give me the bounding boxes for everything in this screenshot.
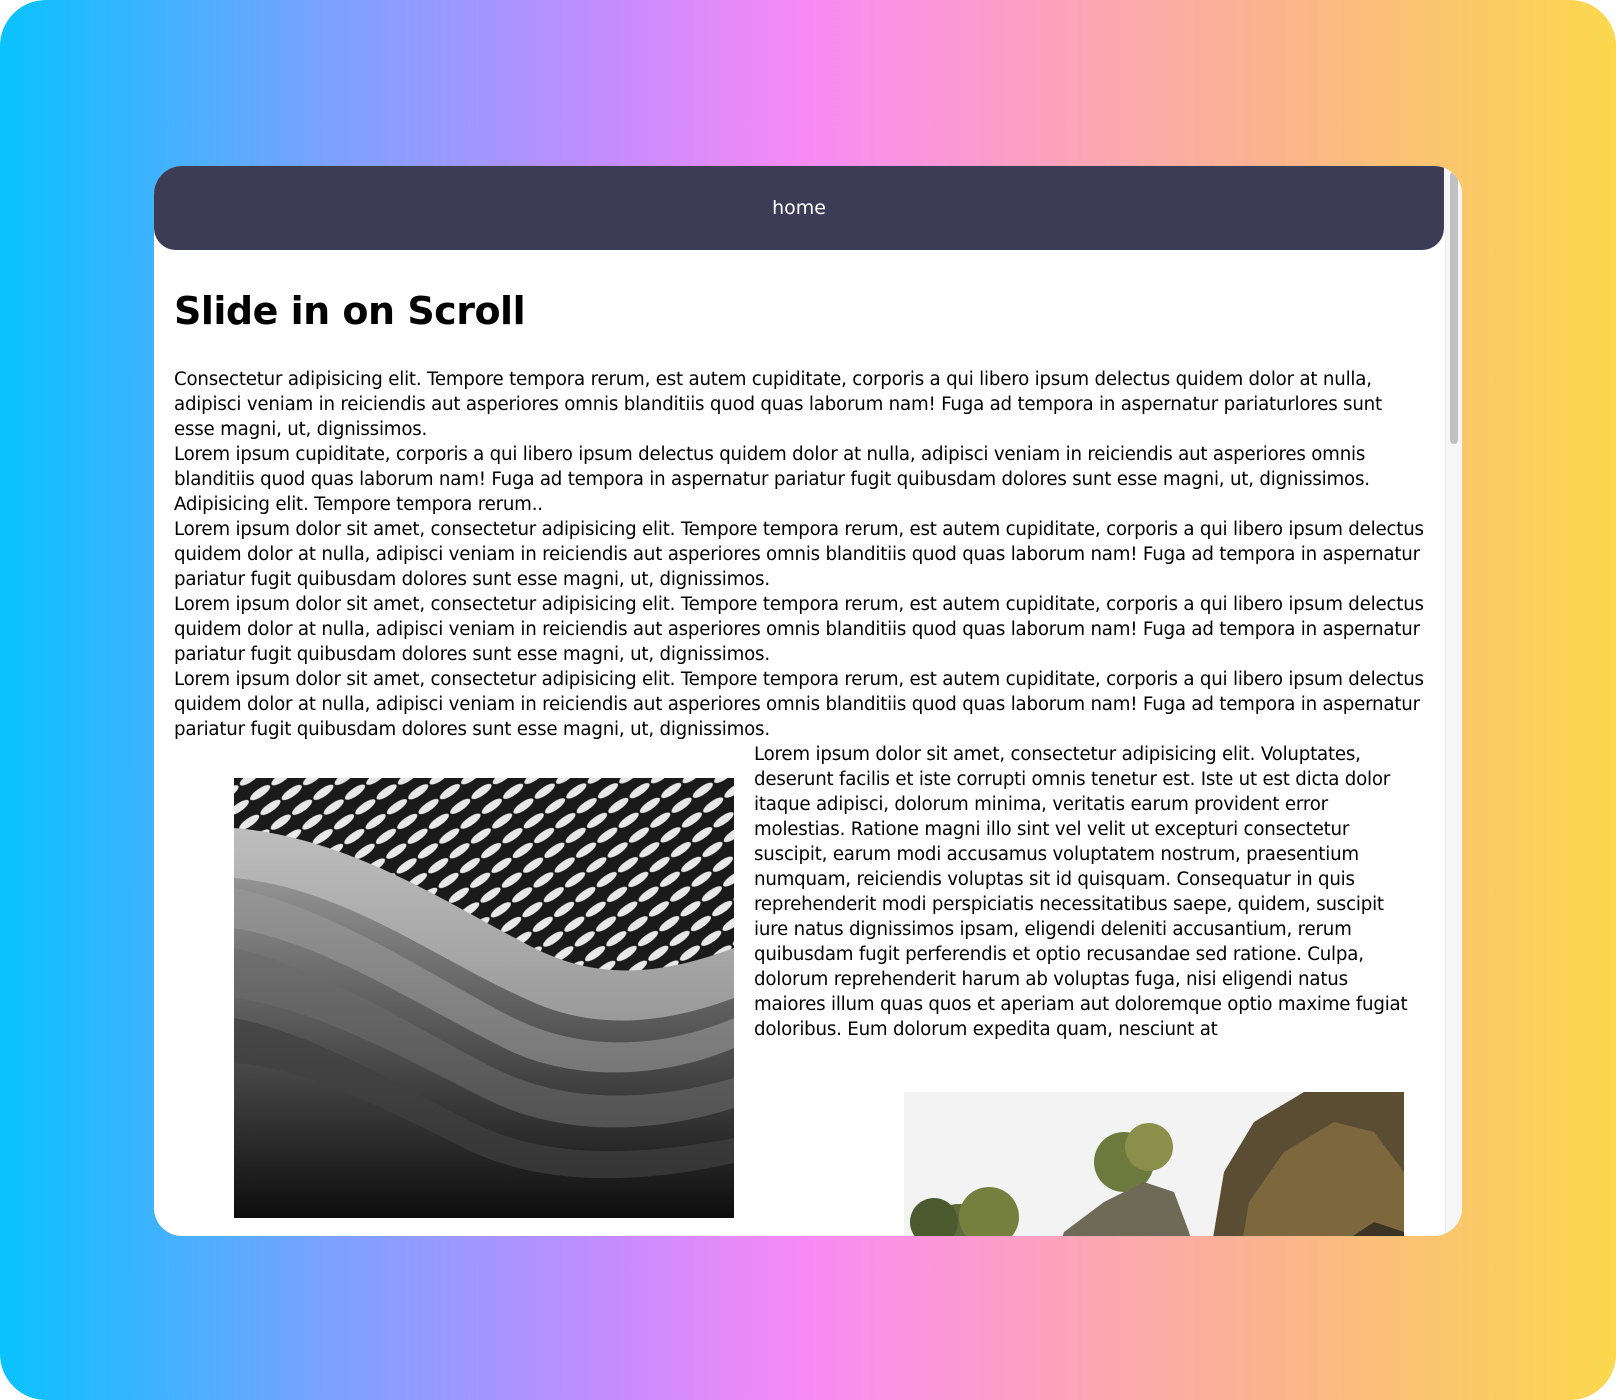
navbar: home [154,166,1444,250]
scrollbar[interactable] [1445,166,1462,1236]
paragraph: Lorem ipsum dolor sit amet, consectetur … [174,519,1424,590]
page-title: Slide in on Scroll [174,289,526,333]
browser-window: home Slide in on Scroll Consectetur adip… [154,166,1462,1236]
rocks-trees-photo [904,1092,1404,1236]
slide-section: Lorem ipsum dolor sit amet, consectetur … [174,742,1424,1236]
architecture-photo-art [234,778,734,1218]
rocks-trees-photo-art [904,1092,1404,1236]
nav-home-link[interactable]: home [772,197,826,219]
paragraph: Lorem ipsum cupiditate, corporis a qui l… [174,444,1370,490]
side-paragraph: Lorem ipsum dolor sit amet, consectetur … [754,744,1408,1040]
paragraph: Adipisicing elit. Tempore tempora rerum.… [174,494,543,515]
paragraph-group: Consectetur adipisicing elit. Tempore te… [174,367,1424,742]
paragraph: Lorem ipsum dolor sit amet, consectetur … [174,594,1424,665]
scrollbar-thumb[interactable] [1450,172,1458,444]
paragraph: Consectetur adipisicing elit. Tempore te… [174,369,1382,440]
main-content: Slide in on Scroll Consectetur adipisici… [174,289,1424,1236]
paragraph: Lorem ipsum dolor sit amet, consectetur … [174,669,1424,740]
architecture-photo [234,778,734,1218]
